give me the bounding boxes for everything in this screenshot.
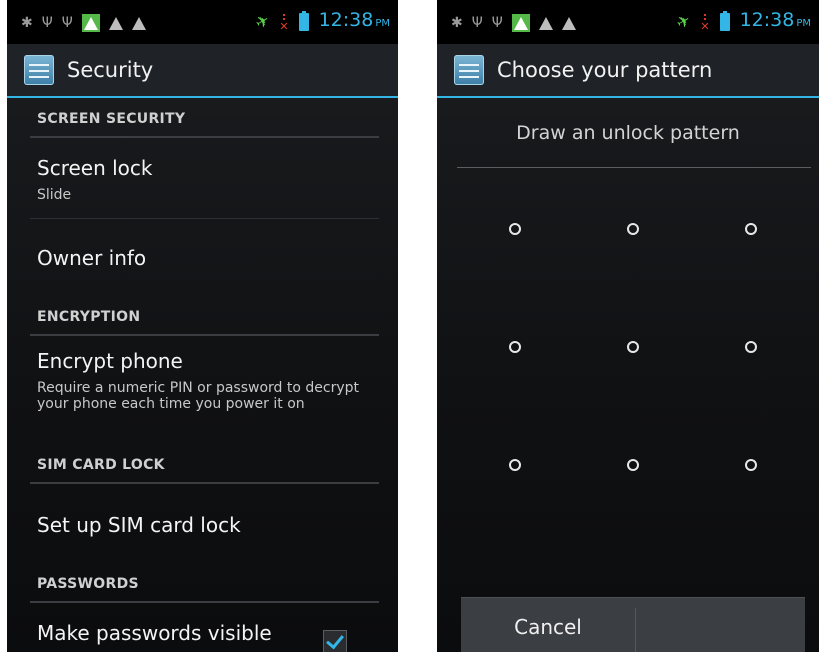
setting-title: Encrypt phone — [37, 349, 183, 373]
passwords-visible-checkbox[interactable] — [323, 630, 347, 652]
pattern-dot[interactable] — [745, 341, 757, 353]
settings-app-icon[interactable] — [454, 55, 484, 85]
setting-summary: Slide — [37, 187, 72, 203]
section-divider — [30, 601, 379, 603]
no-signal-icon: : ✕ — [700, 10, 710, 33]
clock: 12:38 PM — [739, 9, 811, 31]
pattern-dot[interactable] — [627, 223, 639, 235]
clock: 12:38 PM — [318, 9, 390, 31]
battery-icon — [298, 11, 309, 31]
status-bar: ✱ Ψ Ψ ✈ : ✕ 12:38 PM — [437, 0, 819, 44]
pattern-dot[interactable] — [627, 459, 639, 471]
pattern-dot[interactable] — [509, 459, 521, 471]
android-debug-icon: ✱ — [451, 15, 463, 31]
section-divider — [30, 334, 379, 336]
alert-icon — [561, 16, 576, 30]
pattern-dot[interactable] — [627, 341, 639, 353]
section-divider — [30, 482, 379, 484]
header-divider — [457, 167, 811, 168]
pattern-dot[interactable] — [745, 223, 757, 235]
action-bar: Choose your pattern — [437, 44, 819, 98]
cancel-button[interactable]: Cancel — [461, 598, 635, 652]
settings-app-icon[interactable] — [24, 55, 54, 85]
pattern-dot[interactable] — [509, 341, 521, 353]
setting-summary: Require a numeric PIN or password to dec… — [37, 380, 359, 412]
alert-icon — [538, 16, 553, 30]
warning-green-icon — [81, 14, 100, 32]
section-header-passwords: PASSWORDS — [37, 576, 139, 592]
status-bar: ✱ Ψ Ψ ✈ : ✕ 12:38 PM — [7, 0, 398, 44]
alert-icon — [108, 16, 123, 30]
alert-icon — [131, 16, 146, 30]
choose-pattern-screen: ✱ Ψ Ψ ✈ : ✕ 12:38 PM Choose your pattern D… — [437, 0, 819, 652]
security-screen: ✱ Ψ Ψ ✈ : ✕ 12:38 PM Security SCREEN SECUR… — [7, 0, 398, 652]
usb-icon: Ψ — [61, 15, 73, 31]
pattern-instruction: Draw an unlock pattern — [516, 122, 740, 144]
android-debug-icon: ✱ — [21, 15, 33, 31]
section-header-screen-security: SCREEN SECURITY — [37, 111, 186, 127]
airplane-icon: ✈ — [251, 9, 273, 34]
usb-icon: Ψ — [41, 15, 53, 31]
setting-title: Screen lock — [37, 156, 153, 180]
section-header-encryption: ENCRYPTION — [37, 309, 141, 325]
no-signal-icon: : ✕ — [279, 10, 289, 33]
pattern-dot[interactable] — [509, 223, 521, 235]
battery-icon — [719, 11, 730, 31]
pattern-dot[interactable] — [745, 459, 757, 471]
setting-title: Set up SIM card lock — [37, 513, 241, 537]
setting-title: Owner info — [37, 246, 147, 270]
page-title: Security — [67, 58, 154, 82]
airplane-icon: ✈ — [672, 9, 694, 34]
item-divider — [30, 218, 379, 219]
action-bar: Security — [7, 44, 398, 98]
page-title: Choose your pattern — [497, 58, 713, 82]
continue-button[interactable] — [636, 598, 805, 652]
usb-icon: Ψ — [491, 15, 503, 31]
section-header-sim-card-lock: SIM CARD LOCK — [37, 457, 165, 473]
section-divider — [30, 136, 379, 138]
warning-green-icon — [511, 14, 530, 32]
setting-title: Make passwords visible — [37, 621, 272, 645]
button-bar: Cancel — [461, 597, 805, 652]
usb-icon: Ψ — [471, 15, 483, 31]
